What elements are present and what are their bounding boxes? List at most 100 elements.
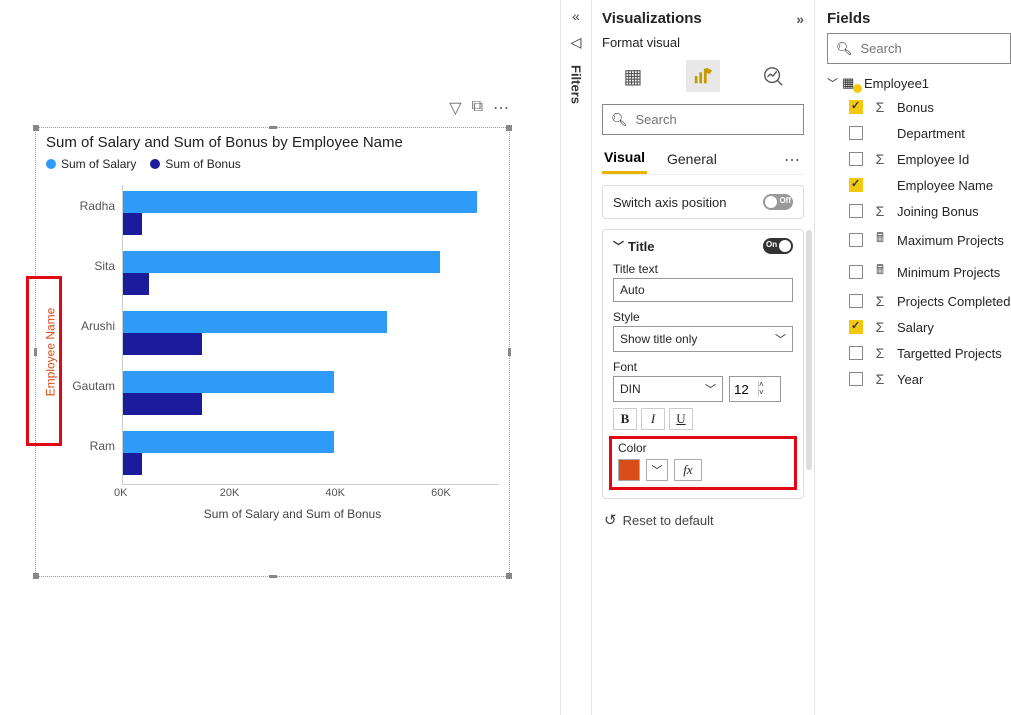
field-item[interactable]: 🖩 Minimum Projects xyxy=(827,256,1011,288)
sigma-icon: Σ xyxy=(873,293,887,309)
chevron-down-icon: ﹀ xyxy=(705,381,716,397)
table-icon: ▦ xyxy=(842,75,860,91)
bar-salary[interactable] xyxy=(123,251,440,273)
title-text-input[interactable]: Auto xyxy=(613,278,793,302)
font-size-input[interactable]: ˄˅ xyxy=(729,376,781,402)
measure-icon: 🖩 xyxy=(873,261,887,283)
analytics-icon[interactable] xyxy=(756,60,790,92)
bar-bonus[interactable] xyxy=(123,333,202,355)
chevron-down-icon: ﹀ xyxy=(827,75,838,91)
sigma-icon: Σ xyxy=(873,371,887,387)
tab-more-icon[interactable]: ⋯ xyxy=(784,150,804,170)
category-label: Radha xyxy=(39,199,115,213)
field-checkbox[interactable] xyxy=(849,178,863,192)
field-item[interactable]: ΣYear xyxy=(827,366,1011,392)
fields-search-input[interactable] xyxy=(859,40,1011,57)
field-item[interactable]: ΣEmployee Id xyxy=(827,146,1011,172)
field-checkbox[interactable] xyxy=(849,265,863,279)
chart-title: Sum of Salary and Sum of Bonus by Employ… xyxy=(36,128,509,153)
color-section-highlight: Color ﹀ fx xyxy=(609,436,797,490)
color-swatch[interactable] xyxy=(618,459,640,481)
field-checkbox[interactable] xyxy=(849,152,863,166)
bold-button[interactable]: B xyxy=(613,408,637,430)
field-item[interactable]: ΣBonus xyxy=(827,94,1011,120)
style-select[interactable]: Show title only﹀ xyxy=(613,326,793,352)
filters-label: Filters xyxy=(569,61,584,104)
fields-pane: Fields 🔍︎ ﹀ ▦ Employee1 ΣBonus Departmen… xyxy=(815,0,1011,715)
chart-plot[interactable]: RadhaSitaArushiGautamRam xyxy=(122,185,499,485)
expand-filters-icon[interactable]: « xyxy=(572,8,580,24)
field-checkbox[interactable] xyxy=(849,372,863,386)
visualizations-title: Visualizations xyxy=(602,10,702,27)
format-search[interactable]: 🔍︎ xyxy=(602,104,804,135)
table-node[interactable]: ﹀ ▦ Employee1 xyxy=(827,72,1011,94)
filters-icon[interactable]: ◁ xyxy=(571,34,582,51)
chart-visual[interactable]: ▽ ⧉ ⋯ Sum of Salary and Sum of Bonus by … xyxy=(35,127,510,577)
tab-general[interactable]: General xyxy=(665,147,719,173)
category-label: Ram xyxy=(39,439,115,453)
fields-search[interactable]: 🔍︎ xyxy=(827,33,1011,64)
format-visual-icon[interactable] xyxy=(686,60,720,92)
field-checkbox[interactable] xyxy=(849,346,863,360)
chart-legend: Sum of Salary Sum of Bonus xyxy=(36,153,509,179)
more-options-icon[interactable]: ⋯ xyxy=(493,98,509,118)
bar-salary[interactable] xyxy=(123,191,477,213)
color-fx-button[interactable]: fx xyxy=(674,459,702,481)
field-label: Projects Completed xyxy=(897,294,1010,309)
chevron-down-icon: ﹀ xyxy=(775,331,786,347)
sigma-icon: Σ xyxy=(873,319,887,335)
bar-salary[interactable] xyxy=(123,371,334,393)
color-picker-dropdown[interactable]: ﹀ xyxy=(646,459,668,481)
field-item[interactable]: ΣSalary xyxy=(827,314,1011,340)
search-icon: 🔍︎ xyxy=(611,112,628,128)
field-item[interactable]: Σ Projects Completed xyxy=(827,288,1011,314)
field-checkbox[interactable] xyxy=(849,100,863,114)
viz-scrollbar[interactable] xyxy=(806,230,812,470)
format-search-input[interactable] xyxy=(634,111,814,128)
collapse-viz-icon[interactable]: » xyxy=(796,11,804,27)
field-label: Employee Name xyxy=(897,178,993,193)
field-item[interactable]: ΣJoining Bonus xyxy=(827,198,1011,224)
fields-title: Fields xyxy=(827,10,870,27)
format-visual-label: Format visual xyxy=(602,31,804,56)
italic-button[interactable]: I xyxy=(641,408,665,430)
spacer xyxy=(873,177,887,193)
field-label: Minimum Projects xyxy=(897,265,1000,280)
x-tick-label: 40K xyxy=(325,487,345,499)
title-section-header: Title xyxy=(628,239,655,254)
category-label: Arushi xyxy=(39,319,115,333)
build-visual-icon[interactable]: ▦ xyxy=(616,60,650,92)
field-checkbox[interactable] xyxy=(849,294,863,308)
field-item[interactable]: 🖩Maximum Projects xyxy=(827,224,1011,256)
field-checkbox[interactable] xyxy=(849,204,863,218)
bar-salary[interactable] xyxy=(123,311,387,333)
reset-to-default[interactable]: ↺ Reset to default xyxy=(604,511,804,529)
bar-salary[interactable] xyxy=(123,431,334,453)
legend-salary: Sum of Salary xyxy=(61,157,136,171)
filters-pane-collapsed[interactable]: « ◁ Filters xyxy=(560,0,592,715)
field-checkbox[interactable] xyxy=(849,233,863,247)
field-checkbox[interactable] xyxy=(849,126,863,140)
category-label: Sita xyxy=(39,259,115,273)
field-item[interactable]: Employee Name xyxy=(827,172,1011,198)
x-axis-ticks: 0K20K40K60K xyxy=(122,485,499,503)
switch-axis-label: Switch axis position xyxy=(613,195,726,210)
report-canvas[interactable]: ▽ ⧉ ⋯ Sum of Salary and Sum of Bonus by … xyxy=(0,0,560,715)
font-label: Font xyxy=(613,360,793,374)
field-item[interactable]: ΣTargetted Projects xyxy=(827,340,1011,366)
tab-visual[interactable]: Visual xyxy=(602,145,647,174)
filter-icon[interactable]: ▽ xyxy=(449,98,461,118)
sigma-icon: Σ xyxy=(873,203,887,219)
bar-bonus[interactable] xyxy=(123,393,202,415)
bar-bonus[interactable] xyxy=(123,273,149,295)
focus-mode-icon[interactable]: ⧉ xyxy=(472,98,483,118)
font-family-select[interactable]: DIN﹀ xyxy=(613,376,723,402)
underline-button[interactable]: U xyxy=(669,408,693,430)
field-checkbox[interactable] xyxy=(849,320,863,334)
chevron-down-icon[interactable]: ﹀ xyxy=(613,238,624,254)
bar-bonus[interactable] xyxy=(123,453,142,475)
title-toggle[interactable]: On xyxy=(763,238,793,254)
field-item[interactable]: Department xyxy=(827,120,1011,146)
switch-axis-toggle[interactable]: Off xyxy=(763,194,793,210)
bar-bonus[interactable] xyxy=(123,213,142,235)
